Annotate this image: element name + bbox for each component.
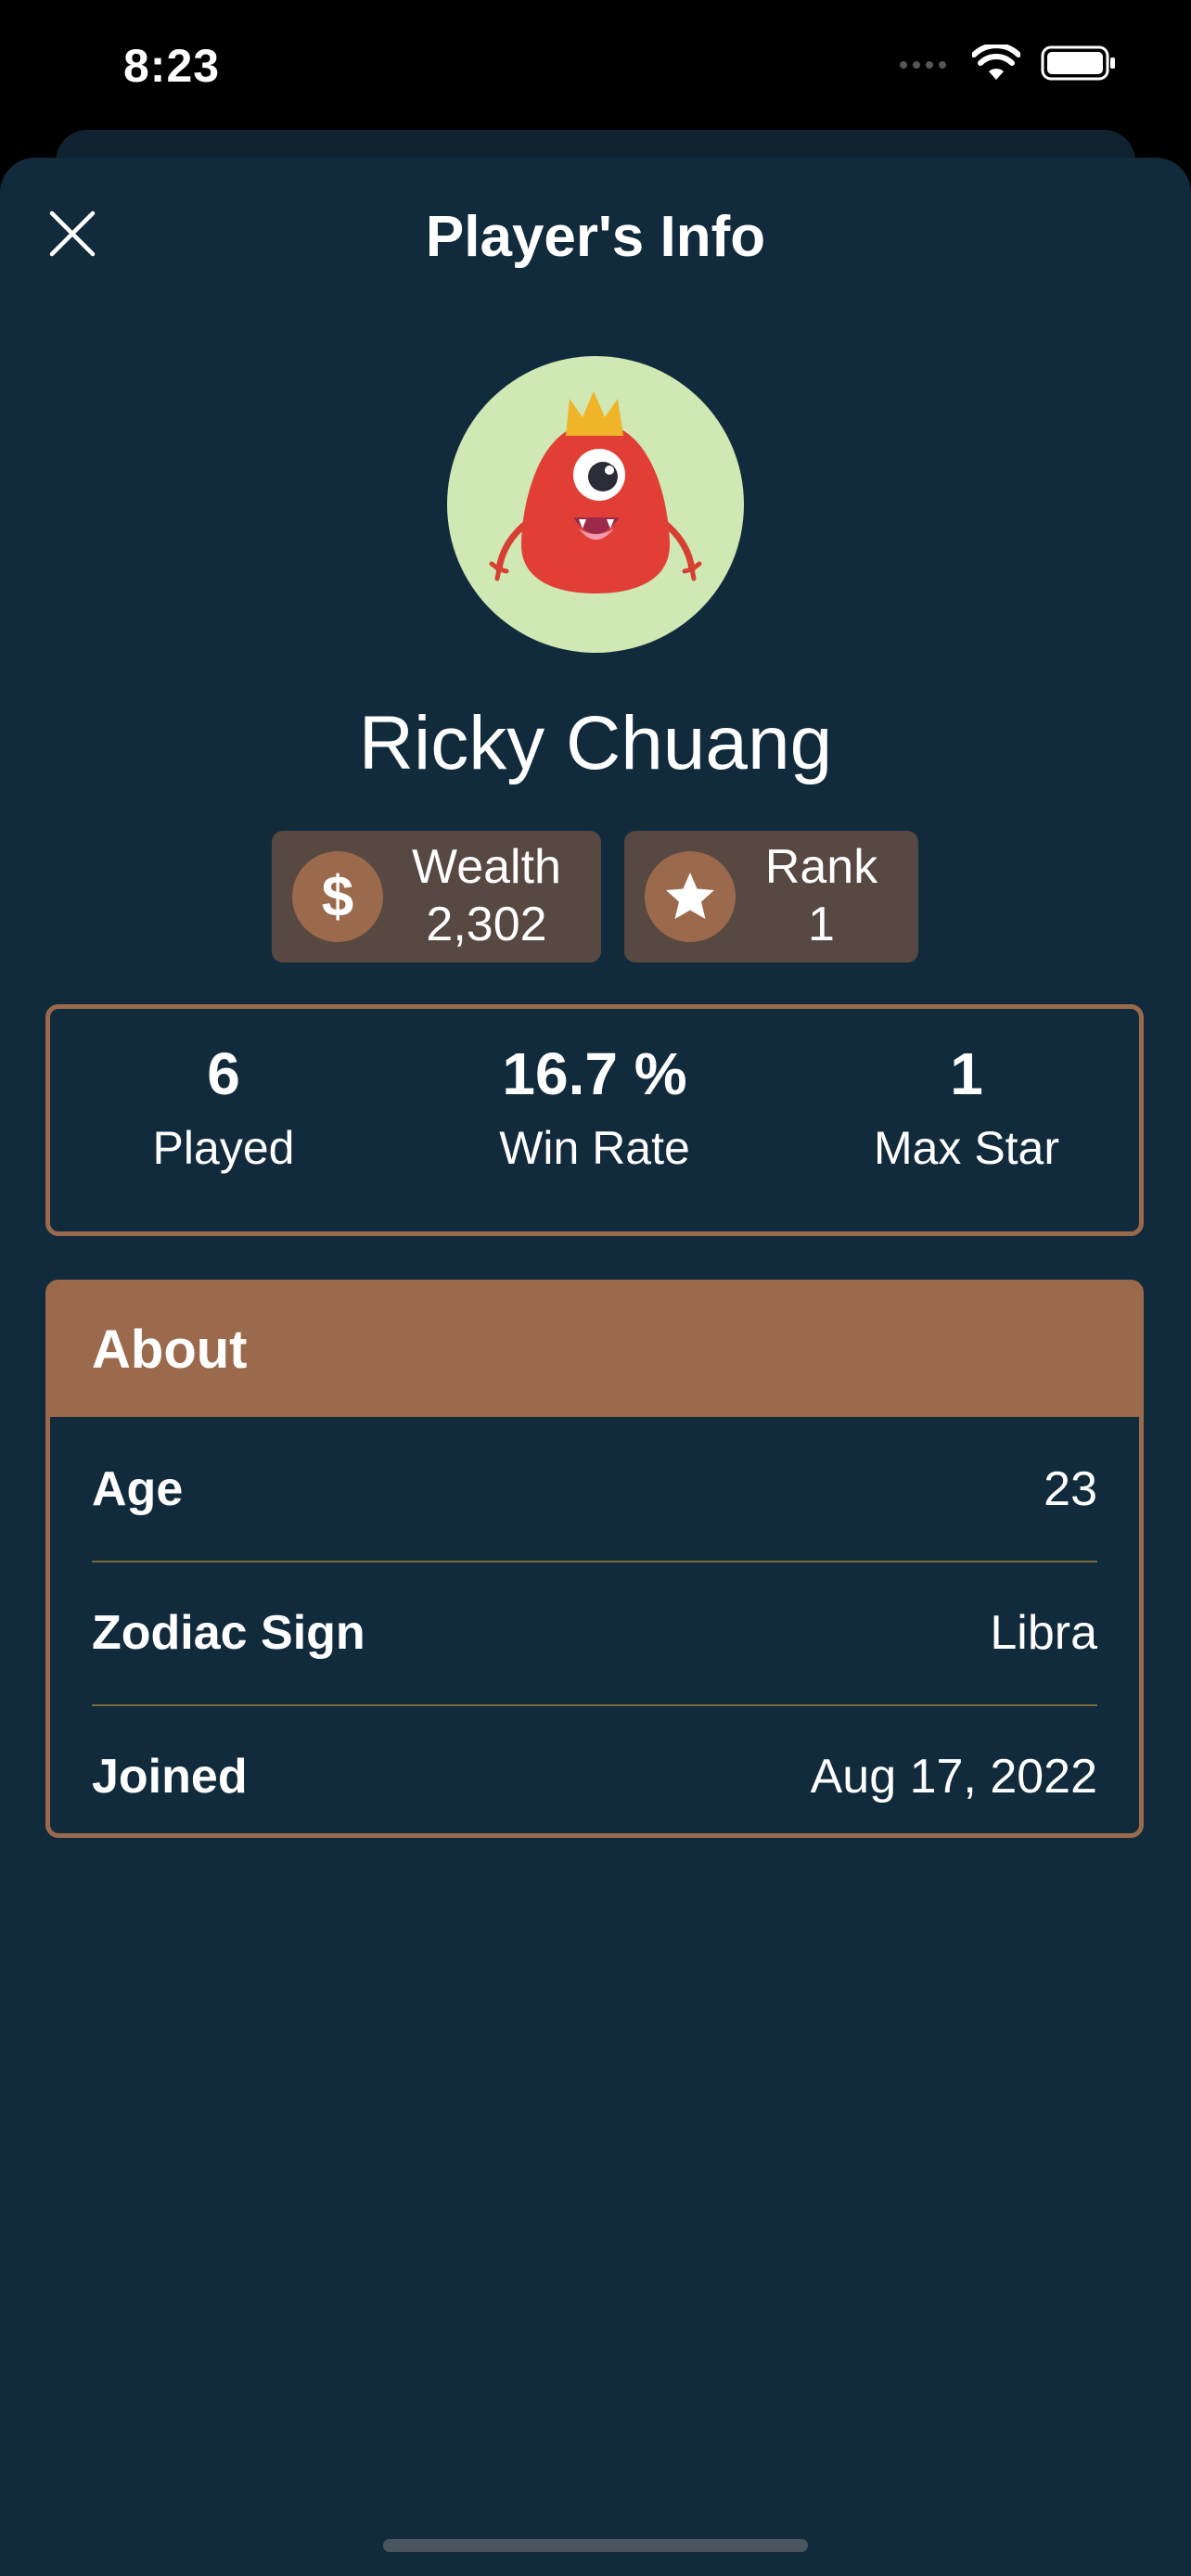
about-header: About [50,1284,1139,1417]
status-icons [898,45,1117,82]
about-row-joined: Joined Aug 17, 2022 [92,1704,1097,1833]
stat-label: Max Star [873,1122,1060,1174]
cellular-signal-icon [900,61,946,69]
dollar-icon: $ [292,851,383,942]
player-name: Ricky Chuang [358,701,833,785]
row-value: 23 [1044,1461,1097,1516]
monster-avatar-icon [489,391,702,593]
home-indicator[interactable] [383,2539,808,2552]
stat-max-star: 1 Max Star [800,1037,1133,1185]
stats-panel: 6 Played 16.7 % Win Rate 1 Max Star [45,1004,1144,1236]
about-title: About [92,1320,248,1380]
wealth-label: Wealth [412,840,561,894]
row-label: Joined [92,1749,248,1804]
battery-icon [1041,45,1115,81]
wealth-badge: $ Wealth 2,302 [272,831,601,963]
stat-played: 6 Played [57,1037,391,1185]
row-value: Aug 17, 2022 [810,1749,1097,1804]
rank-badge: Rank 1 [624,831,918,963]
stat-win-rate: 16.7 % Win Rate [428,1037,762,1185]
stat-value: 6 [207,1040,240,1107]
status-bar: 8:23 [0,0,1191,139]
star-icon [645,851,736,942]
page-title: Player's Info [425,205,766,269]
stat-label: Played [152,1122,295,1174]
status-time: 8:23 [123,40,221,92]
stat-value: 16.7 % [502,1040,687,1107]
about-row-zodiac: Zodiac Sign Libra [92,1561,1097,1704]
row-label: Zodiac Sign [92,1605,365,1660]
about-row-age: Age 23 [92,1417,1097,1561]
wealth-value: 2,302 [426,898,547,951]
about-panel: About Age 23 Zodiac Sign Libra Joined Au… [45,1280,1144,1838]
rank-value: 1 [808,898,835,951]
row-label: Age [92,1461,184,1516]
wifi-icon [972,45,1020,80]
stat-label: Win Rate [499,1122,690,1174]
row-value: Libra [990,1605,1097,1660]
rank-label: Rank [764,840,878,894]
avatar [447,356,744,653]
stat-value: 1 [950,1040,983,1107]
